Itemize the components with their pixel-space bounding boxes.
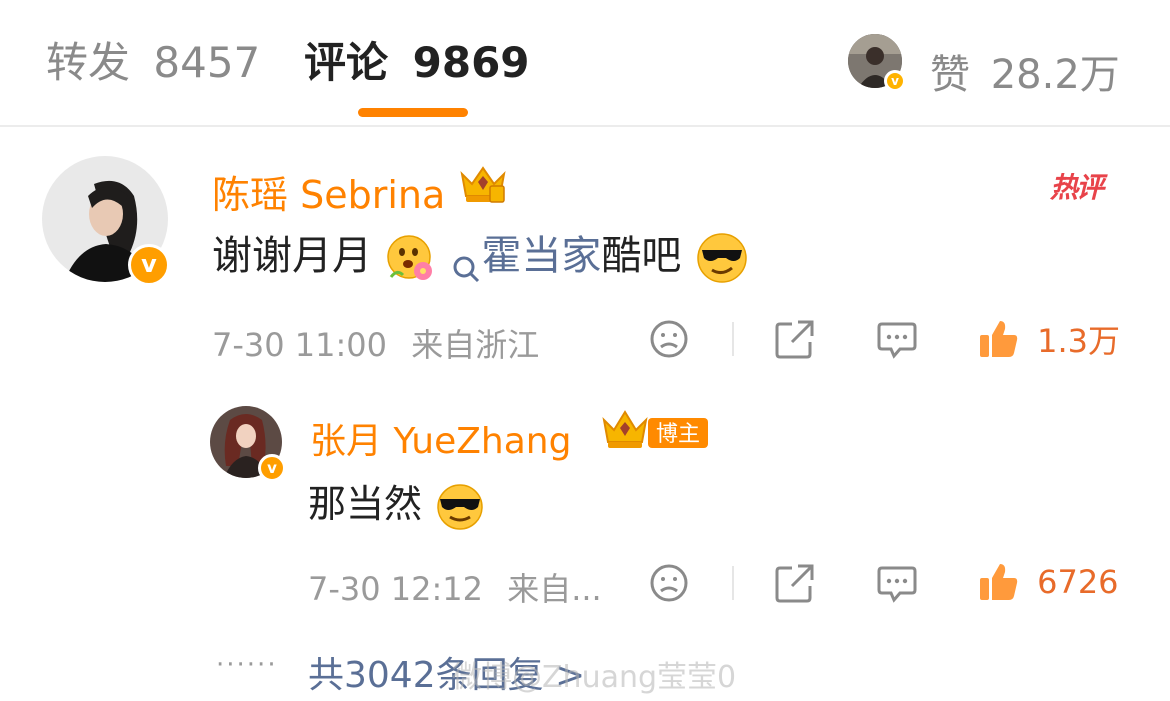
- blogger-tag: 博主: [648, 418, 709, 448]
- comment-icon[interactable]: [876, 320, 918, 360]
- like-button[interactable]: 1.3万: [978, 316, 1120, 362]
- comment-text-1: 谢谢月月: [212, 233, 372, 279]
- verified-icon: v: [884, 70, 906, 92]
- share-icon[interactable]: [774, 318, 816, 360]
- hug-emoji-icon: [385, 231, 439, 285]
- comment-time: 7-30 11:00: [212, 326, 388, 364]
- likes-summary[interactable]: 赞 28.2万: [930, 42, 1120, 100]
- comment-location: 来自浙江: [411, 326, 540, 364]
- comment-text-2: 酷吧: [601, 233, 682, 279]
- hot-badge-text: 热评: [1050, 171, 1104, 204]
- search-icon: [451, 243, 481, 283]
- tab-comments-label: 评论: [304, 38, 389, 87]
- verified-icon: v: [258, 454, 286, 482]
- divider: [732, 322, 734, 356]
- dislike-icon[interactable]: [648, 562, 690, 604]
- comment-author[interactable]: 陈瑶 Sebrina: [212, 164, 445, 219]
- reply-time: 7-30 12:12: [308, 570, 484, 608]
- reply-author-name: 张月 YueZhang: [310, 421, 572, 462]
- dislike-icon[interactable]: [648, 318, 690, 360]
- comment-body: 谢谢月月 霍当家酷吧: [212, 228, 750, 286]
- reply-author[interactable]: 张月 YueZhang: [310, 412, 571, 464]
- tab-reposts-count: 8457: [153, 38, 261, 87]
- comment-meta: 7-30 11:00 来自浙江: [212, 320, 539, 366]
- tab-comments-count: 9869: [412, 38, 530, 87]
- vip-crown-icon: [456, 160, 510, 206]
- like-count: 1.3万: [1037, 322, 1120, 360]
- tab-comments[interactable]: 评论 9869: [304, 42, 530, 84]
- topic-link[interactable]: 霍当家: [451, 233, 602, 283]
- tab-reposts-label: 转发: [46, 38, 131, 87]
- cool-emoji-icon: [694, 230, 750, 286]
- topic-text: 霍当家: [481, 233, 602, 279]
- like-count: 6726: [1037, 563, 1119, 601]
- reply-text: 那当然: [308, 482, 423, 526]
- watermark-text: 微博@Zhuang莹莹0: [452, 660, 737, 695]
- reply-body: 那当然: [308, 476, 486, 533]
- hot-comment-badge: 热评: [1050, 166, 1104, 206]
- dotted-leader: ······: [216, 650, 278, 680]
- watermark: 微博@Zhuang莹莹0: [452, 652, 736, 696]
- active-tab-indicator: [358, 108, 468, 117]
- reply-meta: 7-30 12:12 来自...: [308, 564, 602, 610]
- tab-reposts[interactable]: 转发 8457: [46, 42, 260, 84]
- thumbs-up-icon: [978, 560, 1020, 604]
- likes-count: 28.2万: [990, 52, 1120, 98]
- blogger-tag-text: 博主: [656, 422, 701, 447]
- thumbs-up-icon: [978, 317, 1020, 361]
- like-button[interactable]: 6726: [978, 560, 1119, 604]
- comment-author-name: 陈瑶 Sebrina: [212, 173, 446, 217]
- verified-icon: v: [128, 244, 170, 286]
- dots-text: ······: [216, 650, 278, 680]
- vip-crown-icon: [600, 406, 650, 452]
- cool-emoji-icon: [434, 481, 486, 533]
- share-icon[interactable]: [774, 562, 816, 604]
- divider: [732, 566, 734, 600]
- header-divider: [0, 125, 1170, 127]
- reply-location: 来自...: [507, 570, 602, 608]
- comment-icon[interactable]: [876, 564, 918, 604]
- likes-label: 赞: [930, 52, 970, 98]
